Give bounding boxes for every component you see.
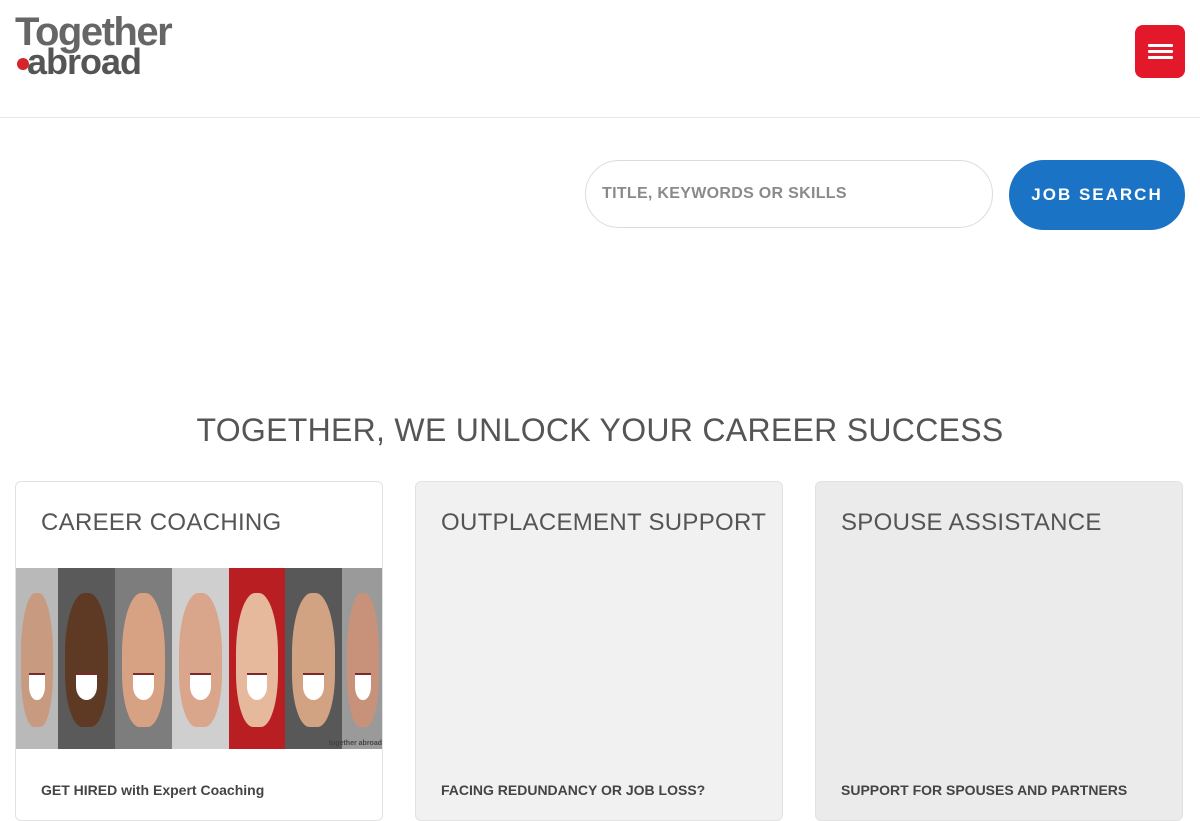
site-header: Together abroad — [0, 0, 1200, 118]
hamburger-line — [1148, 50, 1173, 53]
card-subtitle: FACING REDUNDANCY OR JOB LOSS? — [441, 782, 706, 798]
hamburger-menu-icon — [1148, 44, 1173, 47]
page-headline: TOGETHER, WE UNLOCK YOUR CAREER SUCCESS — [196, 412, 1004, 448]
job-search-input[interactable] — [585, 160, 993, 228]
logo-abroad-label: abroad — [27, 41, 142, 82]
photo-watermark: together abroad — [328, 740, 382, 747]
card-subtitle: SUPPORT FOR SPOUSES AND PARTNERS — [841, 782, 1128, 798]
card-career-coaching[interactable]: CAREER COACHING together abroad GET HIRE… — [15, 481, 383, 821]
card-title: CAREER COACHING — [41, 509, 282, 536]
card-subtitle: GET HIRED with Expert Coaching — [41, 782, 265, 798]
together-abroad-logo[interactable]: Together abroad — [15, 12, 220, 82]
logo-text-abroad: abroad — [17, 41, 142, 82]
job-search-button[interactable]: JOB SEARCH — [1009, 160, 1185, 230]
logo-red-dot — [17, 58, 29, 70]
hamburger-line — [1148, 56, 1173, 59]
card-title: OUTPLACEMENT SUPPORT — [441, 509, 767, 536]
card-outplacement-support[interactable]: OUTPLACEMENT SUPPORT FACING REDUNDANCY O… — [415, 481, 783, 821]
card-spouse-assistance[interactable]: SPOUSE ASSISTANCE SUPPORT FOR SPOUSES AN… — [815, 481, 1183, 821]
hamburger-menu-button[interactable] — [1135, 25, 1185, 78]
card-title: SPOUSE ASSISTANCE — [841, 509, 1102, 536]
career-coaching-photo: together abroad — [16, 568, 382, 749]
